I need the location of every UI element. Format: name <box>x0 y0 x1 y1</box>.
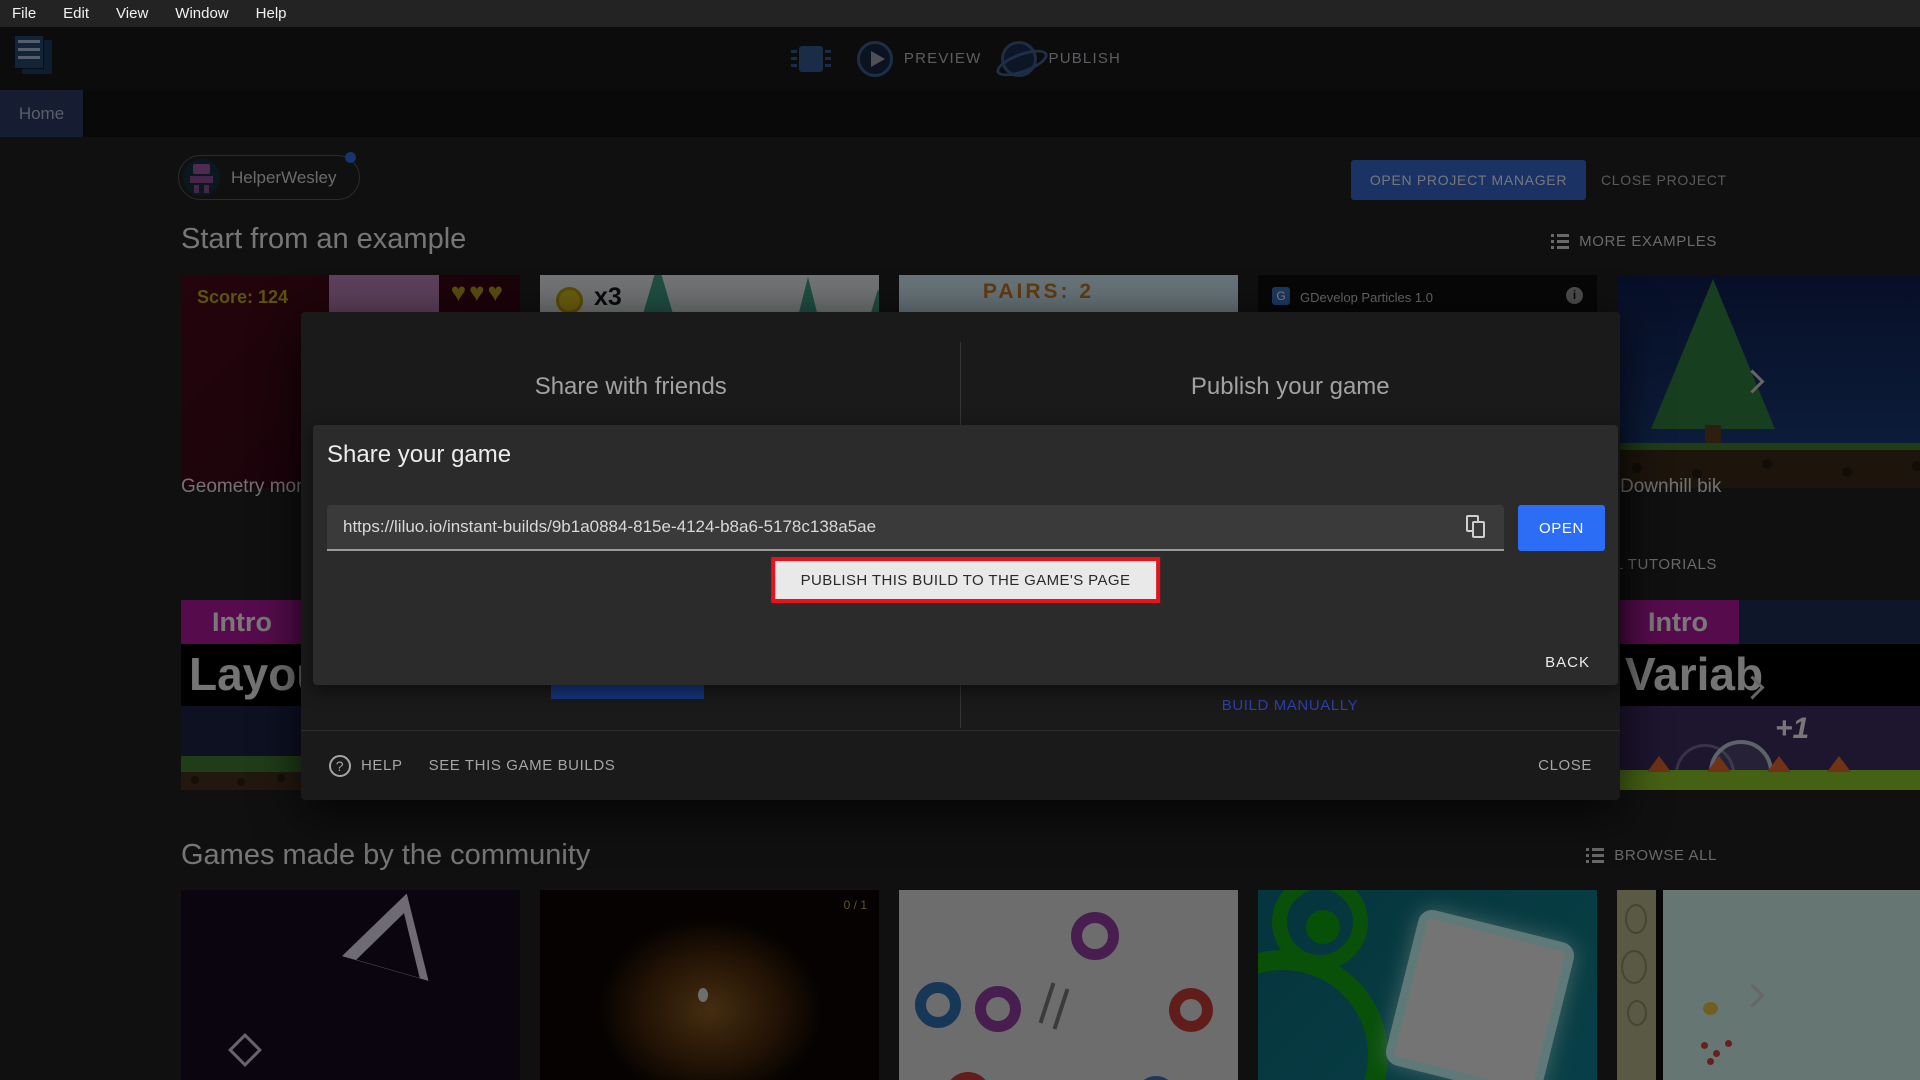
panel-title: Share your game <box>327 441 512 468</box>
back-button[interactable]: BACK <box>1545 654 1590 671</box>
menu-window[interactable]: Window <box>175 5 228 22</box>
generate-link-button-edge[interactable] <box>551 685 704 699</box>
tab-share-with-friends[interactable]: Share with friends <box>301 312 961 425</box>
see-game-builds-button[interactable]: SEE THIS GAME BUILDS <box>429 757 616 774</box>
menu-bar: File Edit View Window Help <box>0 0 1920 27</box>
dialog-footer: ? HELP SEE THIS GAME BUILDS CLOSE <box>301 730 1620 800</box>
build-url-value: https://liluo.io/instant-builds/9b1a0884… <box>343 517 877 536</box>
help-button[interactable]: HELP <box>361 757 403 774</box>
publish-this-build-button[interactable]: PUBLISH THIS BUILD TO THE GAME'S PAGE <box>774 561 1157 599</box>
menu-file[interactable]: File <box>12 5 36 22</box>
build-url-input[interactable]: https://liluo.io/instant-builds/9b1a0884… <box>327 505 1504 551</box>
menu-edit[interactable]: Edit <box>63 5 89 22</box>
menu-help[interactable]: Help <box>256 5 287 22</box>
close-dialog-button[interactable]: CLOSE <box>1538 757 1592 774</box>
menu-view[interactable]: View <box>116 5 148 22</box>
build-manually-link[interactable]: BUILD MANUALLY <box>961 697 1619 714</box>
share-game-dialog: Share with friends Publish your game BUI… <box>301 312 1620 800</box>
tab-publish-your-game[interactable]: Publish your game <box>961 312 1621 425</box>
help-icon: ? <box>329 754 351 777</box>
annotation-highlight: PUBLISH THIS BUILD TO THE GAME'S PAGE <box>770 557 1161 603</box>
open-build-button[interactable]: OPEN <box>1518 505 1605 551</box>
share-your-game-panel: Share your game https://liluo.io/instant… <box>313 425 1618 685</box>
copy-icon[interactable] <box>1466 515 1488 541</box>
